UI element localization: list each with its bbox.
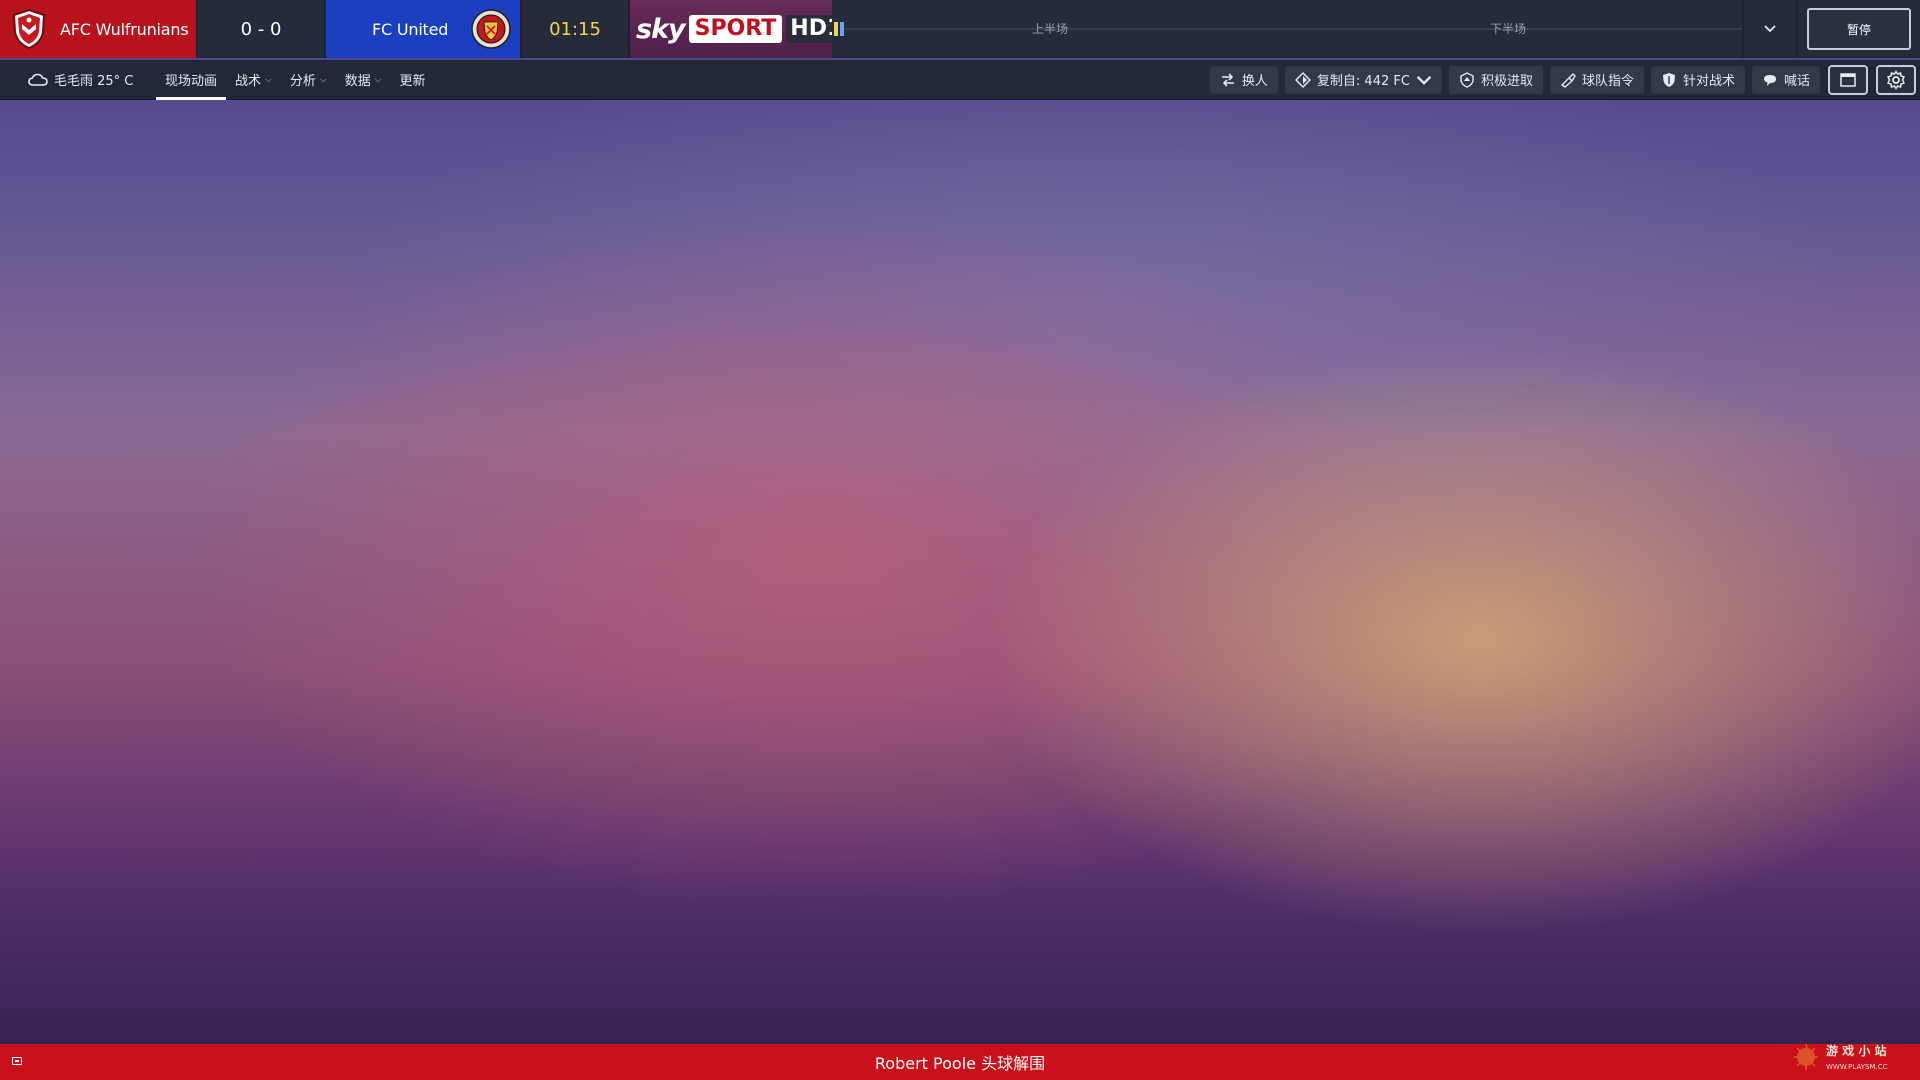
match-timeline[interactable]: 上半场 下半场 [832, 0, 1744, 58]
settings-button[interactable] [1876, 64, 1916, 95]
tab-analysis[interactable]: 分析 ⌵ [281, 60, 336, 100]
formation-icon [1294, 71, 1311, 88]
formation-copy-label: 复制自: 442 FC [1316, 74, 1410, 89]
tab-tactics[interactable]: 战术 ⌵ [226, 60, 281, 100]
commentary-text: Robert Poole 头球解围 [874, 1054, 1046, 1073]
site-watermark: 游 戏 小 站 WWW.PLAYSM.CC [1794, 1043, 1888, 1071]
channel-sport: SPORT [688, 15, 783, 43]
team-instructions-label: 球队指令 [1581, 74, 1634, 89]
timeline-progress-marker [834, 22, 844, 36]
weather-indicator: 毛毛雨 25° C [28, 70, 156, 89]
chevron-down-icon [1764, 25, 1776, 33]
pause-button[interactable]: 暂停 [1807, 8, 1911, 50]
round-crest-icon [471, 9, 511, 49]
chevron-down-icon: ⌵ [265, 74, 272, 85]
score-display: 0 - 0 [198, 0, 326, 58]
channel-sky: sky [636, 13, 686, 45]
mentality-label: 积极进取 [1480, 74, 1533, 89]
timeline-second-half-label: 下半场 [1490, 22, 1527, 36]
match-clock: 01:15 [522, 0, 630, 58]
cloud-icon [28, 73, 48, 86]
tab-live-animation-label: 现场动画 [165, 74, 218, 89]
tab-tactics-label: 战术 [235, 74, 262, 89]
tab-updates-label: 更新 [399, 74, 426, 89]
speech-icon [1763, 74, 1776, 86]
window-icon [1840, 72, 1856, 87]
watermark-url: WWW.PLAYSM.CC [1826, 1063, 1888, 1071]
header-right-area: 暂停 [1798, 0, 1920, 58]
team-instructions-button[interactable]: 球队指令 [1549, 65, 1644, 94]
commentary-bar: Robert Poole 头球解围 [0, 1044, 1920, 1080]
chevron-down-icon: ⌵ [374, 74, 382, 85]
home-team-panel[interactable]: AFC Wulfrunians [0, 0, 198, 58]
formation-copy-button[interactable]: 复制自: 442 FC [1284, 65, 1442, 94]
chevron-down-icon: ⌵ [319, 74, 327, 85]
timeline-track [844, 28, 1742, 30]
tab-stats[interactable]: 数据 ⌵ [336, 60, 391, 100]
tab-stats-label: 数据 [344, 74, 371, 89]
gear-icon [1886, 69, 1906, 90]
timeline-first-half-label: 上半场 [1032, 22, 1069, 36]
opposition-tactics-button[interactable]: 针对战术 [1650, 65, 1745, 94]
shout-label: 喊话 [1783, 74, 1810, 89]
swap-icon [1221, 72, 1234, 87]
shield-crest-icon [12, 8, 46, 50]
match-header: AFC Wulfrunians 0 - 0 FC United 01:15 sk… [0, 0, 1920, 58]
weather-text: 毛毛雨 25° C [54, 74, 134, 89]
opposition-tactics-label: 针对战术 [1682, 74, 1735, 89]
header-dropdown-button[interactable] [1744, 0, 1798, 58]
tab-analysis-label: 分析 [289, 74, 316, 89]
home-team-name: AFC Wulfrunians [60, 19, 189, 39]
tv-channel-logo: sky SPORT HD1 [630, 0, 847, 58]
tab-live-animation[interactable]: 现场动画 [156, 60, 227, 100]
substitution-label: 换人 [1241, 74, 1268, 89]
away-team-name: FC United [372, 19, 449, 39]
tab-updates[interactable]: 更新 [391, 60, 435, 100]
watermark-text: 游 戏 小 站 [1826, 1043, 1887, 1058]
shield-icon [1662, 72, 1675, 87]
away-team-panel[interactable]: FC United [326, 0, 522, 58]
chevron-down-icon [1416, 75, 1432, 85]
commentary-toggle-icon[interactable] [12, 1057, 22, 1065]
whistle-icon [1560, 72, 1576, 88]
match-toolbar: 毛毛雨 25° C 现场动画 战术 ⌵ 分析 ⌵ 数据 ⌵ 更新 换人 复制自:… [0, 60, 1920, 100]
shout-button[interactable]: 喊话 [1751, 65, 1820, 94]
attack-icon [1460, 71, 1474, 88]
substitution-button[interactable]: 换人 [1209, 65, 1278, 94]
window-toggle-button[interactable] [1828, 64, 1868, 95]
mentality-button[interactable]: 积极进取 [1448, 65, 1543, 94]
